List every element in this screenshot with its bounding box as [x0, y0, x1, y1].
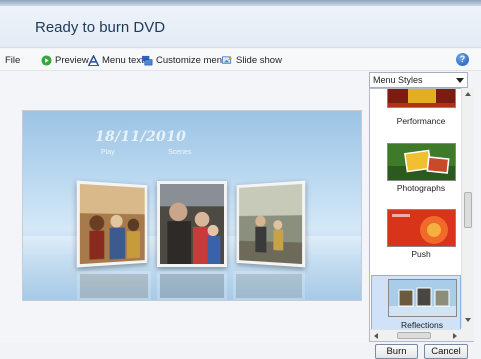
file-menu-label: File — [5, 54, 21, 66]
cancel-button[interactable]: Cancel — [424, 344, 468, 359]
styles-vertical-scrollbar[interactable] — [461, 88, 474, 328]
style-item-push[interactable]: Push — [371, 205, 461, 263]
preview-play-link[interactable]: Play — [101, 149, 115, 156]
play-icon — [41, 54, 52, 66]
text-a-icon — [88, 53, 99, 66]
reflections-thumbnail — [388, 279, 457, 317]
style-item-photographs[interactable]: Photographs — [371, 139, 461, 197]
push-thumbnail — [387, 209, 456, 247]
page-title: Ready to burn DVD — [35, 19, 166, 36]
preview-area: 18/11/2010 Play Scenes — [0, 71, 368, 343]
menu-preview: 18/11/2010 Play Scenes — [22, 110, 362, 301]
scroll-down-icon[interactable] — [465, 318, 471, 322]
burn-button[interactable]: Burn — [375, 344, 418, 359]
style-label-photographs: Photographs — [396, 183, 446, 193]
burn-dvd-window: Ready to burn DVD File Preview Menu text… — [0, 0, 481, 359]
styles-horizontal-scrollbar[interactable] — [370, 329, 473, 341]
header-band: Ready to burn DVD — [0, 6, 481, 48]
preview-photo-3-reflection — [233, 271, 305, 300]
style-label-performance: Performance — [396, 116, 446, 126]
preview-label: Preview — [55, 54, 89, 66]
horizontal-scroll-thumb[interactable] — [397, 332, 431, 339]
menu-styles-dropdown[interactable]: Menu Styles — [369, 72, 468, 88]
menu-text-button[interactable]: Menu text — [88, 53, 144, 67]
preview-photo-1 — [76, 180, 148, 268]
help-icon[interactable]: ? — [456, 53, 469, 66]
preview-scenes-link[interactable]: Scenes — [168, 149, 191, 156]
preview-button[interactable]: Preview — [41, 53, 89, 67]
slide-show-button[interactable]: Slide show — [222, 53, 282, 67]
chevron-down-icon — [456, 78, 464, 83]
menu-styles-dropdown-value: Menu Styles — [373, 75, 423, 85]
photographs-thumbnail — [387, 143, 456, 181]
slideshow-icon — [222, 55, 233, 66]
preview-photo-2-reflection — [157, 271, 227, 300]
customize-menu-button[interactable]: Customize menu — [142, 53, 227, 67]
file-menu[interactable]: File — [5, 53, 20, 67]
scrollbar-corner — [461, 328, 474, 341]
vertical-scroll-thumb[interactable] — [464, 192, 472, 228]
slide-show-label: Slide show — [236, 54, 282, 66]
preview-photo-2 — [157, 181, 227, 267]
preview-photo-1-reflection — [77, 271, 151, 300]
style-item-performance[interactable]: Performance — [371, 89, 461, 131]
customize-icon — [142, 55, 153, 66]
menu-styles-list: Performance Photographs Push Reflections — [369, 88, 474, 342]
preview-date-title: 18/11/2010 — [95, 129, 187, 145]
menu-text-label: Menu text — [102, 54, 144, 66]
preview-photo-3 — [236, 180, 306, 268]
scroll-left-icon[interactable] — [374, 333, 378, 339]
scroll-right-icon[interactable] — [453, 333, 457, 339]
performance-thumbnail — [387, 89, 456, 108]
style-label-push: Push — [411, 249, 431, 259]
customize-menu-label: Customize menu — [156, 54, 228, 66]
scroll-up-icon[interactable] — [465, 92, 471, 96]
toolbar: File Preview Menu text Customize menu Sl… — [0, 49, 481, 71]
